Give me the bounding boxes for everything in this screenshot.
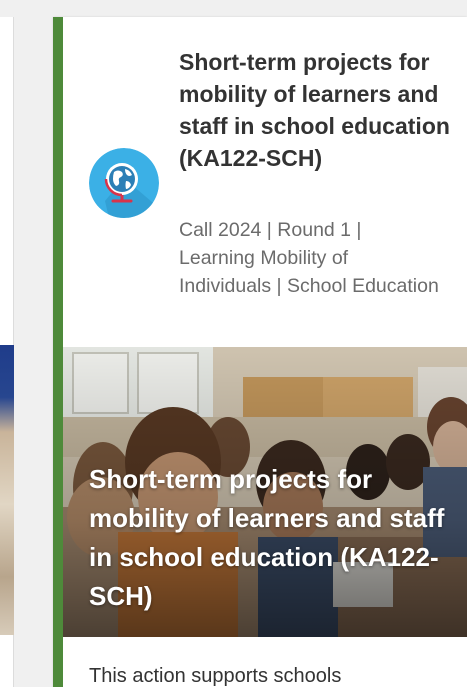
card-description: This action supports schools (89, 665, 342, 687)
card-image: Short-term projects for mobility of lear… (63, 347, 467, 637)
action-card[interactable]: Short-term projects for mobility of lear… (53, 17, 467, 687)
previous-card-image (0, 345, 14, 635)
globe-icon (89, 148, 159, 218)
card-title[interactable]: Short-term projects for mobility of lear… (179, 46, 467, 174)
card-meta: Call 2024 | Round 1 | Learning Mobility … (179, 219, 439, 297)
card-header: Short-term projects for mobility of lear… (63, 17, 467, 347)
image-title: Short-term projects for mobility of lear… (89, 464, 445, 611)
page: Short-term projects for mobility of lear… (0, 0, 467, 687)
previous-card[interactable] (0, 17, 14, 687)
